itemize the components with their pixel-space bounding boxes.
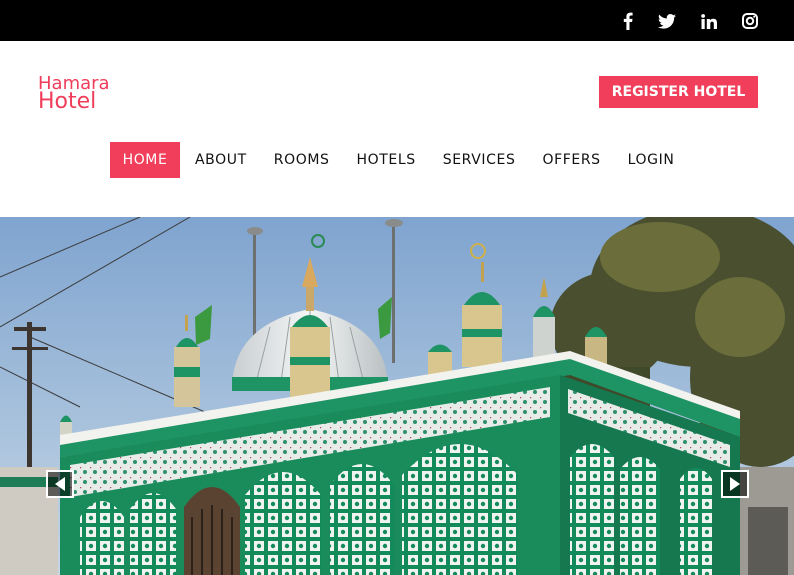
brand-logo[interactable]: Hamara Hotel <box>38 75 110 113</box>
top-social-bar <box>0 0 794 41</box>
brand-line-2: Hotel <box>38 89 97 114</box>
nav-offers[interactable]: OFFERS <box>542 142 600 178</box>
twitter-icon[interactable] <box>657 11 677 31</box>
nav-login[interactable]: LOGIN <box>628 142 675 178</box>
register-hotel-button[interactable]: REGISTER HOTEL <box>599 76 758 108</box>
chevron-right-icon <box>729 477 741 491</box>
facebook-icon[interactable] <box>618 11 638 31</box>
main-nav: HOME ABOUT ROOMS HOTELS SERVICES OFFERS … <box>110 142 674 178</box>
hero-image <box>0 217 794 575</box>
slider-next-button[interactable] <box>721 470 749 498</box>
instagram-icon[interactable] <box>740 11 760 31</box>
linkedin-icon[interactable] <box>699 11 719 31</box>
nav-home[interactable]: HOME <box>110 142 180 178</box>
nav-about[interactable]: ABOUT <box>195 142 247 178</box>
hero-slider[interactable] <box>0 217 794 575</box>
nav-services[interactable]: SERVICES <box>443 142 516 178</box>
nav-rooms[interactable]: ROOMS <box>274 142 330 178</box>
chevron-left-icon <box>54 477 66 491</box>
site-header: Hamara Hotel REGISTER HOTEL HOME ABOUT R… <box>0 41 794 217</box>
nav-hotels[interactable]: HOTELS <box>357 142 416 178</box>
slider-prev-button[interactable] <box>46 470 74 498</box>
